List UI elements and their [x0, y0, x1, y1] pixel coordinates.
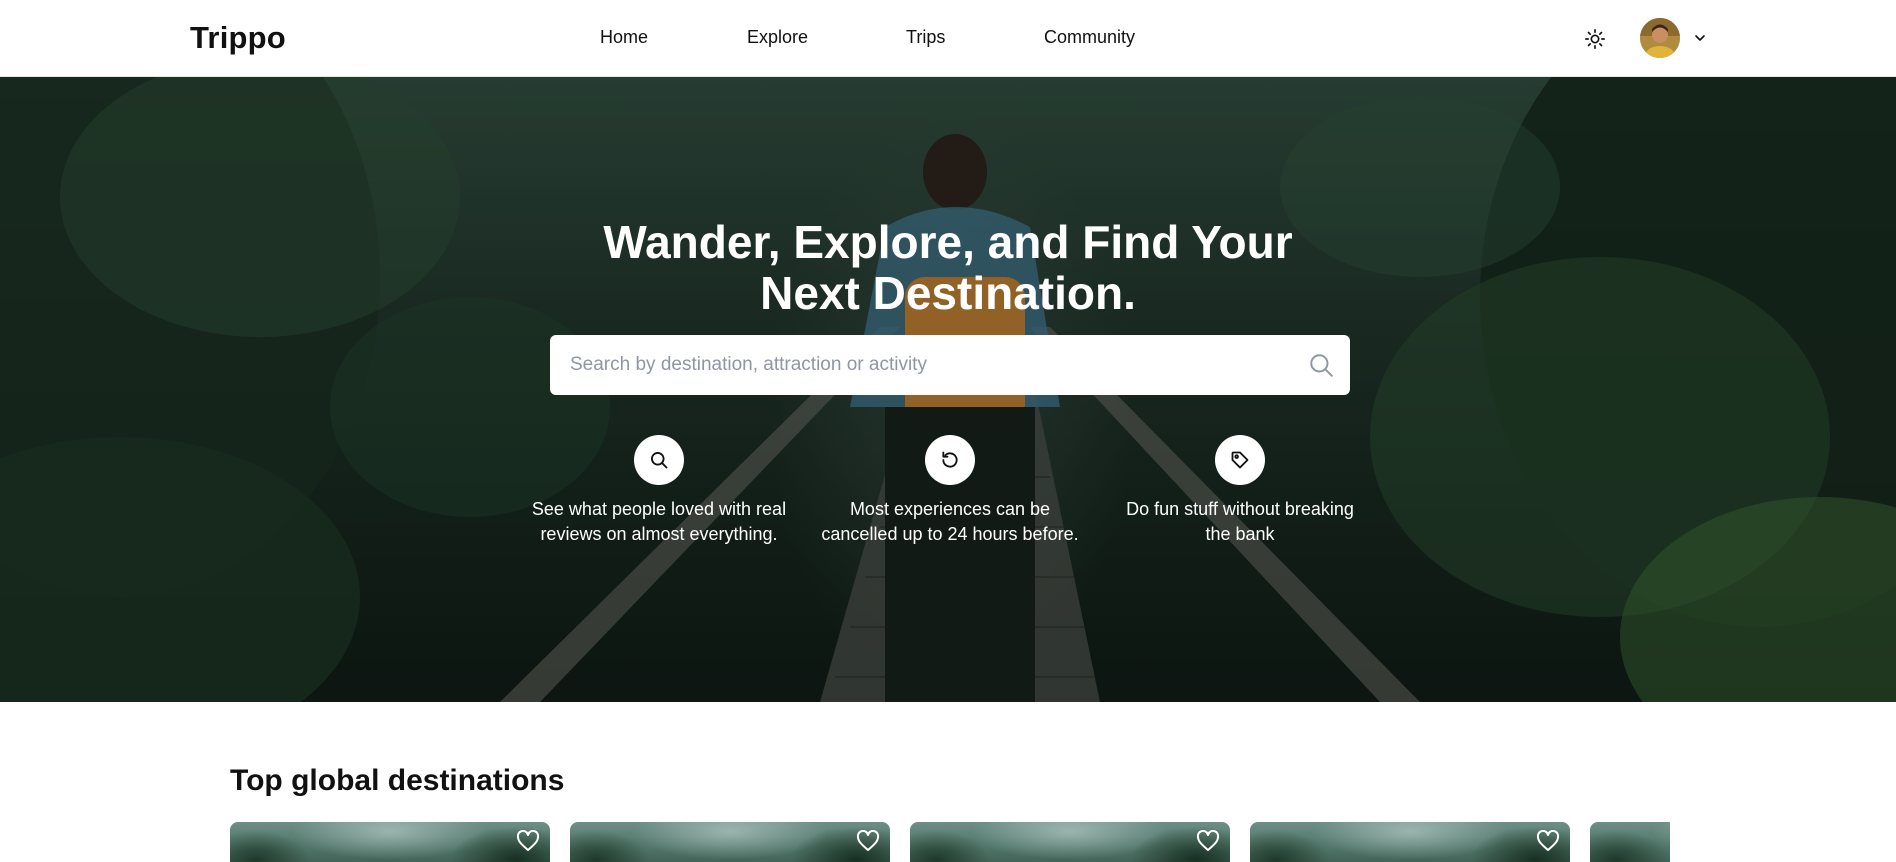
destination-carousel [230, 822, 1670, 862]
hero-title: Wander, Explore, and Find Your Next Dest… [548, 217, 1348, 319]
destination-card[interactable] [910, 822, 1230, 862]
nav-community[interactable]: Community [1044, 27, 1135, 48]
hero-title-line2: Next Destination. [760, 267, 1136, 319]
feature-budget: Do fun stuff without breaking the bank [1095, 435, 1385, 547]
refresh-icon [942, 451, 958, 468]
feature-text-line2: reviews on almost everything. [540, 524, 778, 544]
heart-icon[interactable] [1196, 830, 1220, 852]
search-icon[interactable] [1308, 352, 1334, 378]
destination-card[interactable] [1590, 822, 1670, 862]
theme-toggle-button[interactable] [1580, 24, 1610, 54]
nav-trips[interactable]: Trips [906, 27, 945, 48]
section-title: Top global destinations [230, 764, 565, 797]
chevron-down-icon [1695, 35, 1705, 41]
sun-icon [1585, 29, 1605, 49]
feature-cancellation: Most experiences can be cancelled up to … [805, 435, 1095, 547]
heart-icon[interactable] [516, 830, 540, 852]
feature-reviews: See what people loved with real reviews … [514, 435, 804, 547]
account-menu-button[interactable] [1690, 28, 1710, 48]
feature-text-line2: cancelled up to 24 hours before. [821, 524, 1079, 544]
heart-icon[interactable] [856, 830, 880, 852]
search-input[interactable] [570, 354, 1290, 376]
search-icon [651, 452, 668, 469]
logo[interactable]: Trippo [190, 20, 286, 56]
destination-card[interactable] [570, 822, 890, 862]
hero-section: Wander, Explore, and Find Your Next Dest… [0, 77, 1896, 702]
destination-card[interactable] [230, 822, 550, 862]
search-bar [550, 335, 1350, 395]
feature-text: See what people loved with real reviews … [514, 497, 804, 547]
heart-icon[interactable] [1536, 830, 1560, 852]
tag-icon [1231, 451, 1249, 469]
nav-home[interactable]: Home [600, 27, 648, 48]
feature-text-line1: Most experiences can be [849, 499, 1051, 519]
feature-text-line1: Do fun stuff without breaking [1126, 499, 1354, 519]
feature-text-line1: See what people loved with real [531, 499, 787, 519]
feature-icon-circle [634, 435, 684, 485]
user-avatar[interactable] [1640, 18, 1680, 58]
destination-card[interactable] [1250, 822, 1570, 862]
avatar-image [1640, 18, 1680, 58]
nav-explore[interactable]: Explore [747, 27, 808, 48]
feature-icon-circle [925, 435, 975, 485]
hero-title-line1: Wander, Explore, and Find Your [603, 216, 1293, 268]
feature-text: Do fun stuff without breaking the bank [1095, 497, 1385, 547]
feature-icon-circle [1215, 435, 1265, 485]
feature-text: Most experiences can be cancelled up to … [805, 497, 1095, 547]
top-header: Trippo Home Explore Trips Community [0, 0, 1896, 77]
feature-text-line2: the bank [1205, 524, 1275, 544]
